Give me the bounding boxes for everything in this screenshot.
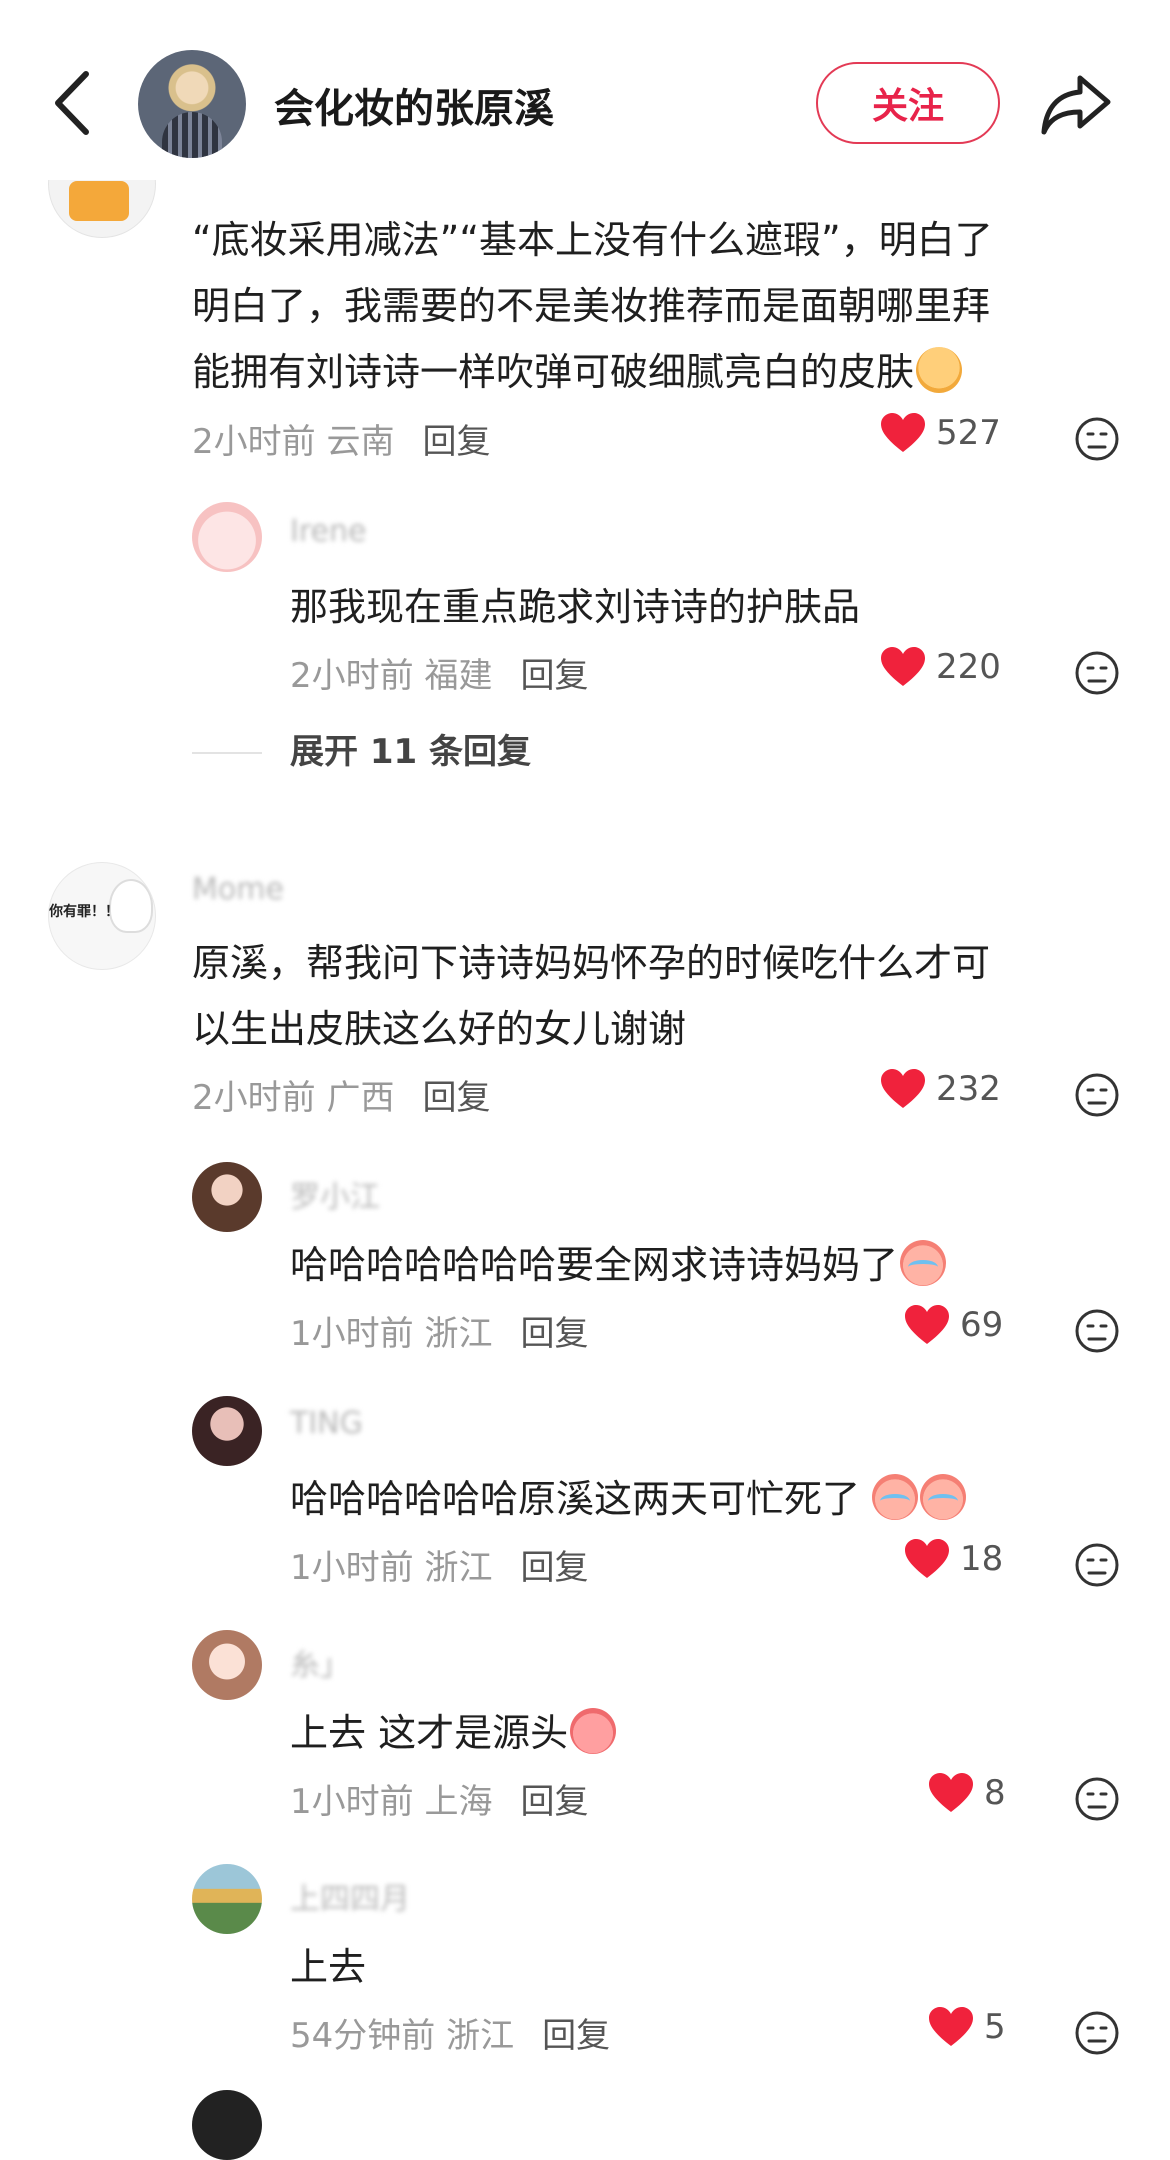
follow-button[interactable]: 关注 [816, 62, 1000, 144]
expand-divider [192, 752, 262, 754]
heart-icon [881, 647, 925, 686]
commenter-avatar[interactable] [192, 502, 262, 572]
commenter-name[interactable]: 罗小江 [290, 1172, 380, 1216]
reply-button[interactable]: 回复 [520, 1548, 588, 1588]
commenter-name[interactable]: Irene [290, 514, 366, 549]
share-icon[interactable] [1040, 72, 1112, 136]
like-button[interactable]: 18 [904, 1538, 1003, 1580]
dislike-icon[interactable] [1074, 1776, 1120, 1822]
like-button[interactable]: 220 [880, 646, 1001, 688]
comment-text: 原溪，帮我问下诗诗妈妈怀孕的时候吃什么才可 以生出皮肤这么好的女儿谢谢 [192, 941, 991, 1051]
crying-emoji-icon [872, 1474, 919, 1520]
comment-text: 那我现在重点跪求刘诗诗的护肤品 [290, 585, 861, 629]
reply-button[interactable]: 回复 [422, 1078, 490, 1118]
top-bar: 会化妆的张原溪 关注 [0, 0, 1170, 180]
like-count: 527 [936, 413, 1001, 453]
reply-button[interactable]: 回复 [520, 1314, 588, 1354]
comment-text: 上去 [290, 1945, 367, 1989]
reply-button[interactable]: 回复 [520, 1782, 588, 1822]
like-count: 18 [960, 1539, 1004, 1579]
commenter-avatar[interactable] [192, 1396, 262, 1466]
comment-meta: 2小时前 广西 回复 [192, 1078, 491, 1118]
heart-icon [905, 1539, 949, 1578]
heart-icon [881, 413, 925, 452]
dislike-icon[interactable] [1074, 650, 1120, 696]
dislike-icon[interactable] [1074, 1072, 1120, 1118]
comment-meta: 2小时前 云南 回复 [192, 422, 491, 462]
comment-text: “底妆采用减法”“基本上没有什么遮瑕”，明白了 明白了，我需要的不是美妆推荐而是… [192, 218, 993, 394]
reply-button[interactable]: 回复 [542, 2016, 610, 2056]
comment-text: 哈哈哈哈哈哈哈要全网求诗诗妈妈了 [290, 1232, 947, 1298]
comment-meta: 2小时前 福建 回复 [290, 656, 589, 696]
commenter-avatar[interactable]: 你有罪！！ [48, 862, 156, 970]
like-button[interactable]: 69 [904, 1304, 1003, 1346]
like-button[interactable]: 527 [880, 412, 1001, 454]
commenter-name[interactable]: 糸」 [290, 1640, 350, 1684]
dislike-icon[interactable] [1074, 1308, 1120, 1354]
heart-icon [929, 2007, 973, 2046]
reply-button[interactable]: 回复 [520, 656, 588, 696]
like-count: 220 [936, 647, 1001, 687]
crying-emoji-icon [920, 1474, 967, 1520]
crying-emoji-icon [900, 1240, 947, 1286]
like-count: 8 [984, 1773, 1006, 1813]
comment-meta: 1小时前 上海 回复 [290, 1782, 589, 1822]
angry-emoji-icon [570, 1708, 617, 1754]
heart-icon [905, 1305, 949, 1344]
commenter-avatar[interactable] [192, 1162, 262, 1232]
comment-meta: 54分钟前 浙江 回复 [290, 2016, 611, 2056]
commenter-avatar[interactable] [192, 1864, 262, 1934]
comment-text: 哈哈哈哈哈哈原溪这两天可忙死了 [290, 1466, 967, 1532]
heart-icon [929, 1773, 973, 1812]
comment-text: 上去 这才是源头 [290, 1700, 617, 1766]
like-count: 232 [936, 1069, 1001, 1109]
like-button[interactable]: 8 [928, 1772, 1006, 1814]
like-count: 69 [960, 1305, 1004, 1345]
comment-meta: 1小时前 浙江 回复 [290, 1314, 589, 1354]
like-button[interactable]: 232 [880, 1068, 1001, 1110]
heart-icon [881, 1069, 925, 1108]
author-name[interactable]: 会化妆的张原溪 [274, 76, 554, 134]
dislike-icon[interactable] [1074, 2010, 1120, 2056]
reply-button[interactable]: 回复 [422, 422, 490, 462]
avatar-caption: 你有罪！！ [49, 904, 119, 920]
commenter-name[interactable]: TING [290, 1406, 363, 1441]
dislike-icon[interactable] [1074, 1542, 1120, 1588]
expand-replies-button[interactable]: 展开 11 条回复 [290, 724, 531, 773]
smile-emoji-icon [916, 347, 963, 393]
commenter-avatar[interactable] [192, 2090, 262, 2160]
author-avatar[interactable] [138, 50, 246, 158]
commenter-name[interactable]: 上四四月 [290, 1874, 410, 1918]
comment-meta: 1小时前 浙江 回复 [290, 1548, 589, 1588]
dislike-icon[interactable] [1074, 416, 1120, 462]
commenter-name[interactable]: Mome [192, 872, 284, 907]
commenter-avatar[interactable] [192, 1630, 262, 1700]
like-button[interactable]: 5 [928, 2006, 1006, 2048]
back-arrow-icon[interactable] [48, 68, 98, 138]
like-count: 5 [984, 2007, 1006, 2047]
